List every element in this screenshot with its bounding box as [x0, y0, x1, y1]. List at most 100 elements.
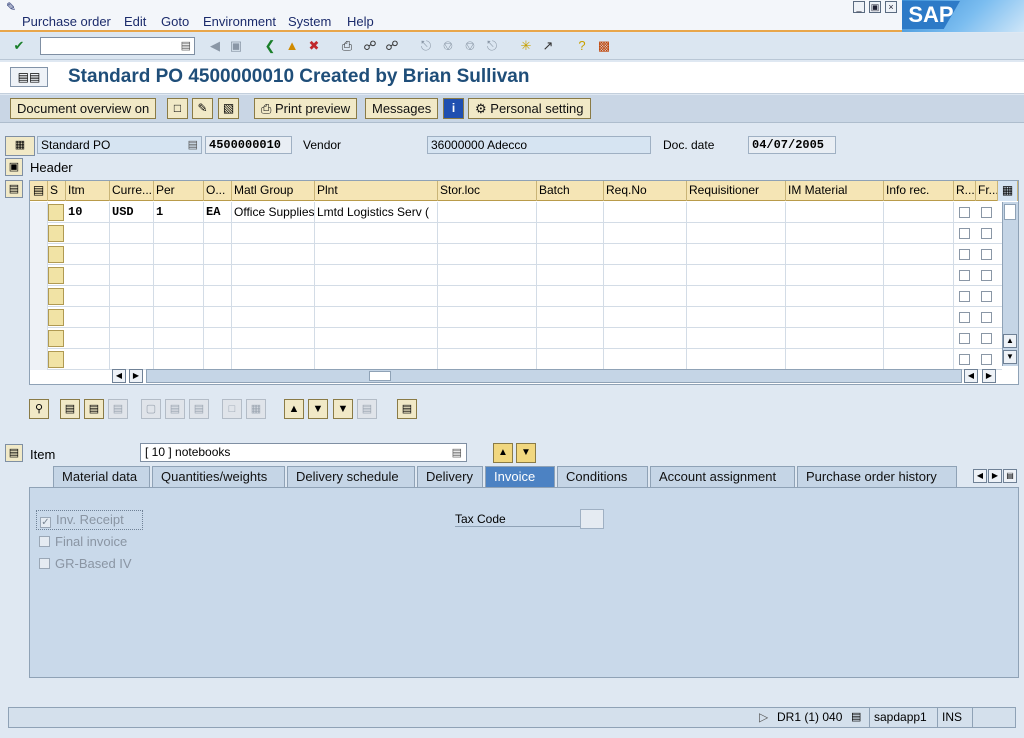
tab-conditions[interactable]: Conditions: [557, 466, 648, 487]
tab-scroll-right-icon[interactable]: ▶: [988, 469, 1002, 483]
col-header-batch[interactable]: Batch: [537, 181, 604, 201]
cell-plnt[interactable]: Lmtd Logistics Serv (: [315, 202, 438, 223]
cell-stor[interactable]: [438, 244, 537, 265]
row-selector[interactable]: [30, 286, 48, 307]
free-item-checkbox[interactable]: [981, 249, 992, 260]
scroll-left-end-icon[interactable]: ◀: [964, 369, 978, 383]
overview-collapse-icon[interactable]: ▤: [5, 180, 23, 198]
vendor-field[interactable]: 36000000 Adecco: [427, 136, 651, 154]
find-icon[interactable]: ☍: [362, 38, 378, 54]
menu-system[interactable]: System: [288, 14, 331, 29]
col-header-matl-group[interactable]: Matl Group: [232, 181, 315, 201]
row-selector[interactable]: [30, 349, 48, 370]
cell-requisitioner[interactable]: [687, 349, 786, 370]
command-dropdown-icon[interactable]: ▤: [181, 39, 191, 52]
cell-requisitioner[interactable]: [687, 286, 786, 307]
menu-environment[interactable]: Environment: [203, 14, 276, 29]
cell-itm[interactable]: 10: [66, 202, 110, 223]
col-header-req-no[interactable]: Req.No: [604, 181, 687, 201]
item-up-icon[interactable]: ▲: [493, 443, 513, 463]
cell-oun[interactable]: [204, 349, 232, 370]
scroll-right-icon[interactable]: ▶: [129, 369, 143, 383]
cell-curr[interactable]: [110, 328, 154, 349]
restore-icon[interactable]: ▣: [869, 1, 881, 13]
cell-plnt[interactable]: [315, 265, 438, 286]
status-resize-grip[interactable]: [972, 708, 1016, 727]
last-page-icon[interactable]: ⎋: [484, 38, 500, 54]
cell-itm[interactable]: [66, 328, 110, 349]
row-selector[interactable]: [30, 223, 48, 244]
cell-info-rec[interactable]: [884, 286, 954, 307]
cell-reqno[interactable]: [604, 349, 687, 370]
cell-matl-group[interactable]: [232, 307, 315, 328]
cell-info-rec[interactable]: [884, 328, 954, 349]
menu-help[interactable]: Help: [347, 14, 374, 29]
edit-icon[interactable]: ✎: [192, 98, 213, 119]
cell-matl-group[interactable]: [232, 244, 315, 265]
free-item-checkbox[interactable]: [981, 207, 992, 218]
scroll-down-icon[interactable]: ▼: [1003, 350, 1017, 364]
po-type-select[interactable]: Standard PO ▤: [37, 136, 202, 154]
free-item-checkbox[interactable]: [981, 333, 992, 344]
cell-itm[interactable]: [66, 286, 110, 307]
cell-curr[interactable]: [110, 265, 154, 286]
cell-curr[interactable]: [110, 286, 154, 307]
col-header-info-rec[interactable]: Info rec.: [884, 181, 954, 201]
help-icon[interactable]: ?: [574, 38, 590, 54]
sort-icon[interactable]: ▲: [284, 399, 304, 419]
returns-checkbox[interactable]: [959, 249, 970, 260]
cell-matl-group[interactable]: [232, 328, 315, 349]
cell-batch[interactable]: [537, 265, 604, 286]
cell-curr[interactable]: [110, 349, 154, 370]
cell-oun[interactable]: [204, 286, 232, 307]
cell-reqno[interactable]: [604, 307, 687, 328]
col-header-free[interactable]: Fr...: [976, 181, 998, 201]
row-selector[interactable]: [30, 202, 48, 223]
cell-reqno[interactable]: [604, 223, 687, 244]
prev-page-icon[interactable]: ⎊: [440, 38, 456, 54]
cell-reqno[interactable]: [604, 202, 687, 223]
row-status-cell[interactable]: [48, 246, 64, 263]
cell-im-material[interactable]: [786, 286, 884, 307]
cell-itm[interactable]: [66, 244, 110, 265]
cell-stor[interactable]: [438, 349, 537, 370]
first-page-icon[interactable]: ⎋: [418, 38, 434, 54]
row-status-cell[interactable]: [48, 351, 64, 368]
status-expand-icon[interactable]: ▷: [755, 708, 772, 727]
cell-per[interactable]: [154, 223, 204, 244]
row-status-cell[interactable]: [48, 267, 64, 284]
info-icon[interactable]: i: [443, 98, 464, 119]
menu-edit[interactable]: Edit: [124, 14, 146, 29]
tab-list-icon[interactable]: ▤: [1003, 469, 1017, 483]
col-header-currency[interactable]: Curre...: [110, 181, 154, 201]
cell-info-rec[interactable]: [884, 244, 954, 265]
tab-material-data[interactable]: Material data: [53, 466, 150, 487]
returns-checkbox[interactable]: [959, 207, 970, 218]
cell-plnt[interactable]: [315, 307, 438, 328]
cell-stor[interactable]: [438, 223, 537, 244]
services-icon[interactable]: ▤: [397, 399, 417, 419]
shortcut-icon[interactable]: ↗: [540, 38, 556, 54]
item-select[interactable]: [ 10 ] notebooks ▤: [140, 443, 467, 462]
new-session-icon[interactable]: ✳: [518, 38, 534, 54]
cell-requisitioner[interactable]: [687, 202, 786, 223]
find-next-icon[interactable]: ☍: [384, 38, 400, 54]
cell-im-material[interactable]: [786, 307, 884, 328]
returns-checkbox[interactable]: [959, 228, 970, 239]
cell-info-rec[interactable]: [884, 202, 954, 223]
cell-curr[interactable]: USD: [110, 202, 154, 223]
cell-itm[interactable]: [66, 349, 110, 370]
col-header-per[interactable]: Per: [154, 181, 204, 201]
free-item-checkbox[interactable]: [981, 228, 992, 239]
add-row-icon[interactable]: ▤: [60, 399, 80, 419]
tab-delivery[interactable]: Delivery: [417, 466, 483, 487]
cell-requisitioner[interactable]: [687, 244, 786, 265]
cell-im-material[interactable]: [786, 265, 884, 286]
cell-matl-group[interactable]: [232, 265, 315, 286]
cell-batch[interactable]: [537, 307, 604, 328]
cell-per[interactable]: 1: [154, 202, 204, 223]
col-header-status[interactable]: S: [48, 181, 66, 201]
cell-matl-group[interactable]: Office Supplies: [232, 202, 315, 223]
scroll-thumb[interactable]: [1004, 204, 1016, 220]
cell-curr[interactable]: [110, 244, 154, 265]
